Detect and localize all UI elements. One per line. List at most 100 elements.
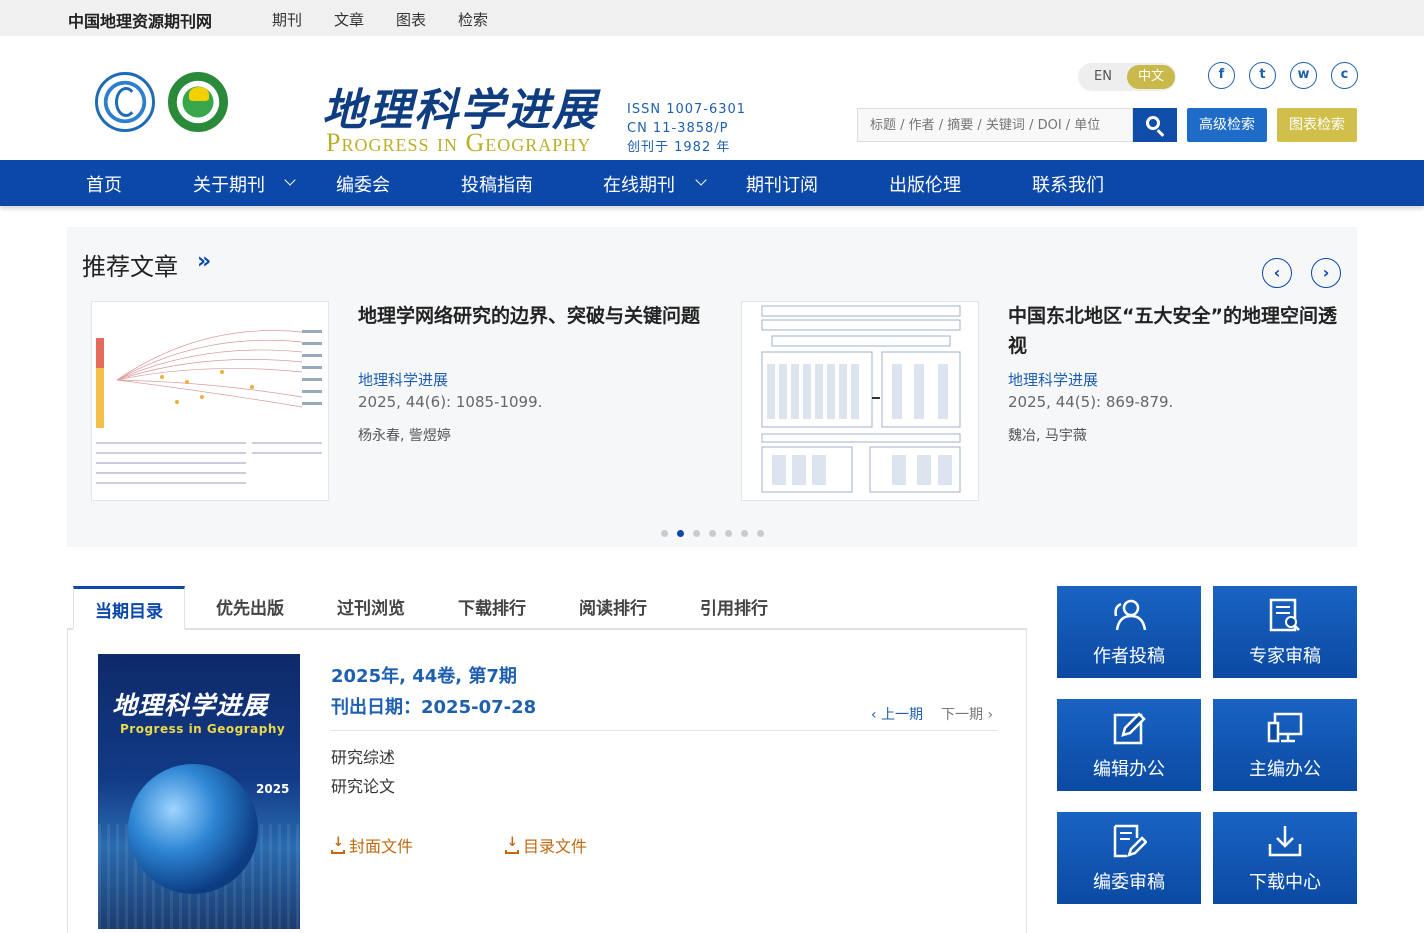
chevron-down-icon[interactable] bbox=[284, 174, 296, 186]
expert-review-tile[interactable]: 专家审稿 bbox=[1213, 586, 1357, 678]
more-arrow-icon[interactable]: » bbox=[197, 249, 211, 274]
carousel-dot[interactable] bbox=[677, 530, 684, 537]
article-journal[interactable]: 地理科学进展 bbox=[358, 369, 448, 390]
nav-submission-guide[interactable]: 投稿指南 bbox=[461, 171, 533, 197]
chief-editor-tile[interactable]: 主编办公 bbox=[1213, 699, 1357, 791]
toc-file-link[interactable]: 目录文件 bbox=[505, 833, 587, 857]
carousel-dot[interactable] bbox=[709, 530, 716, 537]
carousel-dot[interactable] bbox=[661, 530, 668, 537]
header: 地理科学进展 Progress in Geography ISSN 1007-6… bbox=[0, 36, 1424, 160]
nav-online-journal[interactable]: 在线期刊 bbox=[603, 171, 675, 197]
issue-cover[interactable]: 地理科学进展 Progress in Geography 2025 bbox=[98, 654, 300, 929]
cover-file-link[interactable]: 封面文件 bbox=[331, 833, 413, 857]
author-submission-tile[interactable]: 作者投稿 bbox=[1057, 586, 1201, 678]
tab-priority[interactable]: 优先出版 bbox=[202, 586, 298, 630]
tab-current-issue[interactable]: 当期目录 bbox=[73, 586, 185, 630]
chevron-down-icon[interactable] bbox=[695, 174, 707, 186]
article-title[interactable]: 中国东北地区“五大安全”的地理空间透视 bbox=[1008, 301, 1353, 361]
search-icon bbox=[1146, 116, 1160, 130]
tab-archive[interactable]: 过刊浏览 bbox=[323, 586, 419, 630]
nav-ethics[interactable]: 出版伦理 bbox=[889, 171, 961, 197]
divider bbox=[331, 730, 997, 731]
framework-figure-thumb bbox=[761, 305, 961, 493]
download-icon bbox=[505, 835, 519, 854]
nav-subscribe[interactable]: 期刊订阅 bbox=[746, 171, 818, 197]
journal-meta: ISSN 1007-6301 CN 11-3858/P 创刊于 1982 年 bbox=[627, 100, 746, 157]
founded-year: 创刊于 1982 年 bbox=[627, 140, 731, 155]
article-authors: 杨永春, 訾煜婷 bbox=[358, 428, 451, 444]
edit-icon bbox=[1113, 712, 1146, 745]
recommended-title: 推荐文章 bbox=[82, 253, 178, 281]
topbar-link-charts[interactable]: 图表 bbox=[396, 9, 426, 30]
next-issue-link[interactable]: 下一期 › bbox=[941, 704, 993, 724]
editor-office-tile[interactable]: 编辑办公 bbox=[1057, 699, 1201, 791]
lang-en[interactable]: EN bbox=[1094, 69, 1112, 84]
chevron-left-icon: ‹ bbox=[871, 707, 882, 723]
weibo-icon[interactable]: w bbox=[1290, 62, 1317, 89]
article-citation: 2025, 44(6): 1085-1099. bbox=[358, 393, 543, 411]
search-input[interactable] bbox=[857, 108, 1133, 142]
document-edit-icon bbox=[1113, 824, 1147, 858]
issue-date: 刊出日期：2025-07-28 bbox=[331, 697, 537, 718]
network-figure-thumb bbox=[96, 330, 322, 484]
nav-about[interactable]: 关于期刊 bbox=[193, 171, 265, 197]
carousel-dot[interactable] bbox=[725, 530, 732, 537]
twitter-icon[interactable]: t bbox=[1249, 62, 1276, 89]
tab-download-rank[interactable]: 下载排行 bbox=[444, 586, 540, 630]
carousel-prev-button[interactable]: ‹ bbox=[1262, 258, 1292, 288]
carousel-next-button[interactable]: › bbox=[1311, 258, 1341, 288]
article-title[interactable]: 地理学网络研究的边界、突破与关键问题 bbox=[358, 301, 703, 331]
section-link-research[interactable]: 研究论文 bbox=[331, 773, 395, 797]
article-thumbnail[interactable] bbox=[91, 301, 329, 501]
article-thumbnail[interactable] bbox=[741, 301, 979, 501]
document-search-icon bbox=[1269, 598, 1300, 632]
article-citation: 2025, 44(5): 869-879. bbox=[1008, 393, 1174, 411]
tab-read-rank[interactable]: 阅读排行 bbox=[565, 586, 661, 630]
nav-home[interactable]: 首页 bbox=[86, 171, 122, 197]
main-nav: 首页 关于期刊 编委会 投稿指南 在线期刊 期刊订阅 出版伦理 联系我们 bbox=[0, 160, 1424, 206]
cover-year: 2025 bbox=[256, 782, 290, 796]
nav-contact[interactable]: 联系我们 bbox=[1032, 171, 1104, 197]
cover-title: 地理科学进展 bbox=[112, 691, 269, 720]
topbar-link-journals[interactable]: 期刊 bbox=[272, 9, 302, 30]
society-logo-1[interactable] bbox=[95, 72, 155, 132]
issn: ISSN 1007-6301 bbox=[627, 102, 747, 117]
chevron-right-icon: › bbox=[983, 707, 994, 723]
download-center-tile[interactable]: 下载中心 bbox=[1213, 812, 1357, 904]
section-link-review[interactable]: 研究综述 bbox=[331, 744, 395, 768]
prev-issue-link[interactable]: ‹ 上一期 bbox=[871, 704, 923, 724]
article-journal[interactable]: 地理科学进展 bbox=[1008, 369, 1098, 390]
nav-editorial-board[interactable]: 编委会 bbox=[336, 171, 390, 197]
cn-number: CN 11-3858/P bbox=[627, 121, 729, 136]
topbar-link-articles[interactable]: 文章 bbox=[334, 9, 364, 30]
journal-title-en: Progress in Geography bbox=[326, 128, 592, 157]
lang-zh[interactable]: 中文 bbox=[1127, 65, 1175, 89]
cover-title-en: Progress in Geography bbox=[120, 722, 286, 736]
facebook-icon[interactable]: f bbox=[1208, 62, 1235, 89]
users-icon bbox=[1114, 599, 1147, 631]
site-name[interactable]: 中国地理资源期刊网 bbox=[68, 8, 212, 32]
carousel-dot[interactable] bbox=[693, 530, 700, 537]
issue-title: 2025年, 44卷, 第7期 bbox=[331, 666, 517, 687]
wechat-icon[interactable]: c bbox=[1331, 62, 1358, 89]
carousel-dot[interactable] bbox=[757, 530, 764, 537]
download-icon bbox=[331, 835, 345, 854]
board-review-tile[interactable]: 编委审稿 bbox=[1057, 812, 1201, 904]
advanced-search-button[interactable]: 高级检索 bbox=[1187, 108, 1267, 142]
language-switch: EN 中文 bbox=[1078, 63, 1176, 91]
globe-image bbox=[128, 764, 258, 894]
carousel-dot[interactable] bbox=[741, 530, 748, 537]
download-icon bbox=[1268, 826, 1302, 857]
tab-cite-rank[interactable]: 引用排行 bbox=[686, 586, 782, 630]
article-authors: 魏冶, 马宇薇 bbox=[1008, 428, 1087, 444]
recommended-articles: 推荐文章 » ‹ › 地理学网络研究的边界、突破与关键问题 地理科学进展 202… bbox=[67, 227, 1357, 547]
topbar-link-search[interactable]: 检索 bbox=[458, 9, 488, 30]
chart-search-button[interactable]: 图表检索 bbox=[1277, 108, 1357, 142]
top-bar: 中国地理资源期刊网 期刊 文章 图表 检索 bbox=[0, 0, 1424, 36]
carousel-dots bbox=[661, 522, 773, 541]
search-button[interactable] bbox=[1133, 108, 1177, 142]
society-logo-2[interactable] bbox=[168, 72, 228, 132]
current-issue-panel: 地理科学进展 Progress in Geography 2025 2025年,… bbox=[67, 630, 1027, 933]
issue-tabs: 当期目录 优先出版 过刊浏览 下载排行 阅读排行 引用排行 bbox=[67, 586, 1027, 630]
monitor-icon bbox=[1267, 712, 1303, 743]
